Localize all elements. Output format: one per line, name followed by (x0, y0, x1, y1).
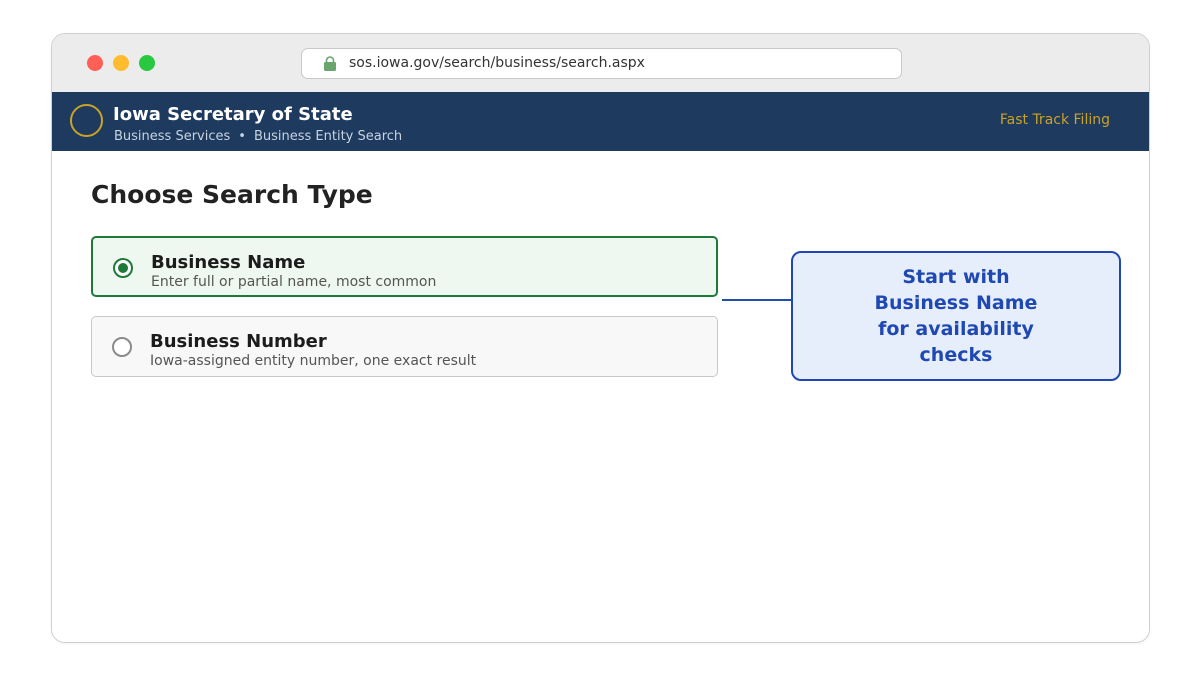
page-title: Choose Search Type (91, 180, 373, 209)
site-title: Iowa Secretary of State (113, 104, 353, 125)
maximize-window-button[interactable] (139, 55, 155, 71)
address-bar[interactable]: sos.iowa.gov/search/business/search.aspx (301, 48, 902, 79)
option-title: Business Number (150, 331, 327, 352)
browser-window: sos.iowa.gov/search/business/search.aspx… (51, 33, 1150, 643)
radio-selected-icon[interactable] (113, 258, 133, 278)
breadcrumb: Business Services • Business Entity Search (114, 129, 402, 144)
site-header: Iowa Secretary of State Business Service… (52, 92, 1149, 151)
lock-icon (323, 56, 337, 71)
option-description: Iowa-assigned entity number, one exact r… (150, 353, 477, 369)
close-window-button[interactable] (87, 55, 103, 71)
fast-track-filing-link[interactable]: Fast Track Filing (1000, 112, 1110, 128)
annotation-callout: Start with Business Name for availabilit… (791, 251, 1121, 381)
radio-unselected-icon[interactable] (112, 337, 132, 357)
search-type-option-business-number[interactable]: Business Number Iowa-assigned entity num… (91, 316, 718, 377)
option-description: Enter full or partial name, most common (151, 274, 437, 290)
search-type-option-business-name[interactable]: Business Name Enter full or partial name… (91, 236, 718, 297)
option-title: Business Name (151, 252, 306, 273)
minimize-window-button[interactable] (113, 55, 129, 71)
address-bar-url: sos.iowa.gov/search/business/search.aspx (349, 55, 645, 71)
breadcrumb-separator: • (238, 129, 246, 144)
browser-chrome: sos.iowa.gov/search/business/search.aspx (52, 34, 1149, 92)
callout-text: Start with Business Name for availabilit… (874, 266, 1038, 366)
breadcrumb-item-business-services[interactable]: Business Services (114, 129, 230, 144)
breadcrumb-item-business-entity-search[interactable]: Business Entity Search (254, 129, 402, 144)
state-seal-icon (70, 104, 103, 137)
callout-connector-line (722, 299, 792, 301)
